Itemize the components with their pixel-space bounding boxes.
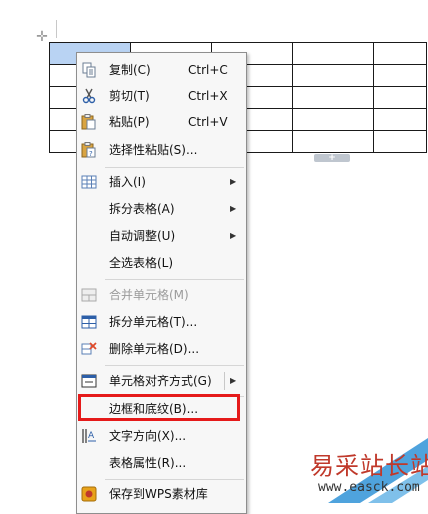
menu-item-merge-cells: 合并单元格(M)	[77, 282, 246, 308]
menu-item-text-direction[interactable]: A 文字方向(X)...	[77, 423, 246, 449]
table-cell[interactable]	[292, 42, 374, 65]
menu-item-paste[interactable]: 粘贴(P) Ctrl+V	[77, 109, 246, 135]
submenu-arrow-icon: ▶	[230, 376, 237, 385]
svg-text:A: A	[88, 431, 95, 441]
menu-item-label: 复制(C)	[109, 63, 151, 77]
menu-separator	[105, 279, 244, 280]
menu-item-shortcut: Ctrl+C	[188, 63, 228, 77]
delete-cells-icon	[80, 340, 98, 358]
menu-item-select-table[interactable]: 全选表格(L)	[77, 250, 246, 276]
menu-item-label: 表格属性(R)...	[109, 456, 187, 470]
highlight-annotation-box	[78, 394, 240, 421]
menu-item-split-cells[interactable]: 拆分单元格(T)...	[77, 309, 246, 335]
menu-item-label: 剪切(T)	[109, 89, 150, 103]
merge-cells-icon	[80, 286, 98, 304]
split-cells-icon	[80, 313, 98, 331]
menu-item-label: 合并单元格(M)	[109, 288, 189, 302]
menu-item-cell-alignment[interactable]: 单元格对齐方式(G) ▶	[77, 368, 246, 394]
menu-item-insert[interactable]: 插入(I) ▶	[77, 169, 246, 195]
paste-special-icon: ?	[80, 141, 98, 159]
menu-separator	[105, 167, 244, 168]
paste-icon	[80, 113, 98, 131]
menu-item-autofit[interactable]: 自动调整(U) ▶	[77, 223, 246, 249]
menu-item-label: 单元格对齐方式(G)	[109, 374, 212, 388]
scissors-icon	[80, 87, 98, 105]
watermark-url: www.easck.com	[318, 480, 420, 495]
table-move-handle-icon[interactable]: ✛	[34, 29, 50, 45]
menu-item-cut[interactable]: 剪切(T) Ctrl+X	[77, 83, 246, 109]
menu-item-save-to-wps-library[interactable]: 保存到WPS素材库	[77, 481, 246, 507]
watermark-text: 易采站长站	[310, 452, 428, 480]
menu-item-label: 选择性粘贴(S)...	[109, 143, 198, 157]
table-cell[interactable]	[373, 130, 427, 153]
submenu-arrow-icon: ▶	[230, 177, 237, 186]
menu-item-shortcut: Ctrl+V	[188, 115, 228, 129]
table-cell[interactable]	[373, 108, 427, 131]
menu-item-label: 粘贴(P)	[109, 115, 150, 129]
table-cell[interactable]	[373, 64, 427, 87]
menu-item-label: 拆分表格(A)	[109, 202, 175, 216]
table-cell[interactable]	[292, 108, 374, 131]
menu-item-label: 拆分单元格(T)...	[109, 315, 198, 329]
menu-separator	[105, 479, 244, 480]
add-row-button[interactable]: +	[314, 154, 350, 163]
menu-item-label: 插入(I)	[109, 175, 146, 189]
page-margin-marker	[56, 20, 57, 38]
menu-separator	[105, 365, 244, 366]
submenu-arrow-icon: ▶	[230, 231, 237, 240]
menu-item-table-properties[interactable]: 表格属性(R)...	[77, 450, 246, 476]
submenu-arrow-icon: ▶	[230, 204, 237, 213]
copy-icon	[80, 61, 98, 79]
menu-item-label: 保存到WPS素材库	[109, 487, 208, 501]
menu-item-delete-cells[interactable]: 删除单元格(D)...	[77, 336, 246, 362]
submenu-divider	[224, 372, 225, 390]
table-insert-icon	[80, 173, 98, 191]
wps-library-icon	[80, 485, 98, 503]
menu-item-copy[interactable]: 复制(C) Ctrl+C	[77, 57, 246, 83]
table-cell[interactable]	[292, 64, 374, 87]
cell-align-icon	[80, 372, 98, 390]
table-cell[interactable]	[373, 42, 427, 65]
menu-item-label: 全选表格(L)	[109, 256, 174, 270]
menu-item-label: 文字方向(X)...	[109, 429, 187, 443]
table-cell[interactable]	[292, 130, 374, 153]
menu-item-split-table[interactable]: 拆分表格(A) ▶	[77, 196, 246, 222]
menu-item-paste-special[interactable]: ? 选择性粘贴(S)...	[77, 137, 246, 163]
table-cell[interactable]	[373, 86, 427, 109]
table-cell[interactable]	[292, 86, 374, 109]
menu-item-label: 删除单元格(D)...	[109, 342, 200, 356]
svg-text:?: ?	[89, 150, 93, 158]
context-menu: 复制(C) Ctrl+C 剪切(T) Ctrl+X 粘贴(P) Ctrl+V ?…	[76, 52, 247, 514]
menu-item-label: 自动调整(U)	[109, 229, 176, 243]
menu-item-shortcut: Ctrl+X	[188, 89, 228, 103]
text-direction-icon: A	[80, 427, 98, 445]
